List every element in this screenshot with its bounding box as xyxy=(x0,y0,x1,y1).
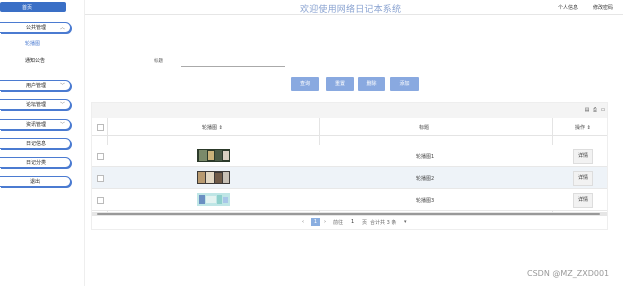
row-title: 轮播图1 xyxy=(416,154,435,160)
row-title: 轮播图2 xyxy=(416,176,435,182)
reset-button[interactable]: 重置 xyxy=(326,77,354,91)
data-table: ▤ ⎙ ▭ 轮播图 ⇕ 标题 操作 ⇕ 轮播图1 详情 轮播图2 详情 轮播图3… xyxy=(91,102,608,230)
sidebar-subitem-notice[interactable]: 通知公告 xyxy=(25,57,45,64)
detail-button[interactable]: 详情 xyxy=(573,193,593,208)
total-count: 合计共 3 条 xyxy=(370,220,397,226)
detail-button[interactable]: 详情 xyxy=(573,171,593,186)
sidebar-item-label: 资讯管理 xyxy=(26,122,47,128)
search-label: 标题 xyxy=(154,59,163,64)
page-size-dropdown-icon[interactable]: ▾ xyxy=(404,219,407,225)
sidebar-item-diary-category[interactable]: 日记分类 xyxy=(0,157,71,168)
sidebar: 首页 公共管理 ︿ 轮播图 通知公告 用户管理 ﹀ 论坛管理 ﹀ 资讯管理 ﹀ … xyxy=(0,0,85,286)
table-toolbar: ▤ ⎙ ▭ xyxy=(92,103,607,119)
sidebar-item-user-management[interactable]: 用户管理 ﹀ xyxy=(0,80,71,91)
table-header-row: 轮播图 ⇕ 标题 操作 ⇕ xyxy=(92,118,607,136)
title-search-input[interactable] xyxy=(181,57,285,67)
sidebar-item-label: 论坛管理 xyxy=(26,102,47,108)
print-icon[interactable]: ⎙ xyxy=(592,108,598,113)
goto-page-input[interactable]: 1 xyxy=(351,219,354,225)
row-title: 轮播图3 xyxy=(416,198,435,204)
table-row: 轮播图1 详情 xyxy=(92,145,607,167)
sidebar-item-label: 日记分类 xyxy=(26,160,47,166)
chevron-up-icon: ︿ xyxy=(59,25,65,31)
row-checkbox[interactable] xyxy=(97,175,104,182)
carousel-thumbnail xyxy=(197,149,230,162)
app-title: 欢迎使用网络日记本系统 xyxy=(300,5,402,15)
sidebar-item-logout[interactable]: 退出 xyxy=(0,176,71,187)
sidebar-item-label: 公共管理 xyxy=(26,25,47,31)
scrollbar-thumb[interactable] xyxy=(97,213,600,215)
chevron-down-icon: ﹀ xyxy=(59,102,65,108)
query-button[interactable]: 查询 xyxy=(291,77,319,91)
table-row: 轮播图2 详情 xyxy=(92,167,607,189)
carousel-thumbnail xyxy=(197,171,230,184)
top-bar: 欢迎使用网络日记本系统 个人信息 修改密码 xyxy=(0,0,623,15)
select-all-checkbox[interactable] xyxy=(97,124,104,131)
columns-icon[interactable]: ▤ xyxy=(584,108,590,113)
sidebar-item-diary-info[interactable]: 日记信息 xyxy=(0,138,71,149)
change-password-link[interactable]: 修改密码 xyxy=(593,4,613,11)
prev-page-button[interactable]: ‹ xyxy=(302,219,304,225)
detail-button[interactable]: 详情 xyxy=(573,149,593,164)
next-page-button[interactable]: › xyxy=(324,219,326,225)
column-header-actions: 操作 ⇕ xyxy=(575,125,591,131)
add-button[interactable]: 添加 xyxy=(390,77,419,91)
home-label: 首页 xyxy=(22,5,33,11)
current-page-button[interactable]: 1 xyxy=(311,218,320,226)
delete-button[interactable]: 删除 xyxy=(358,77,385,91)
table-row: 轮播图3 详情 xyxy=(92,189,607,211)
sidebar-item-news-management[interactable]: 资讯管理 ﹀ xyxy=(0,119,71,130)
chevron-down-icon: ﹀ xyxy=(59,122,65,128)
sidebar-item-public-management[interactable]: 公共管理 ︿ xyxy=(0,22,71,33)
column-header-title: 标题 xyxy=(419,125,430,131)
chevron-down-icon: ﹀ xyxy=(59,83,65,89)
sidebar-item-forum-management[interactable]: 论坛管理 ﹀ xyxy=(0,99,71,110)
sidebar-item-home[interactable]: 首页 xyxy=(0,2,66,12)
row-checkbox[interactable] xyxy=(97,153,104,160)
sidebar-item-label: 用户管理 xyxy=(26,83,47,89)
column-header-carousel[interactable]: 轮播图 ⇕ xyxy=(202,124,223,131)
profile-link[interactable]: 个人信息 xyxy=(558,4,578,11)
page-unit-label: 页 xyxy=(362,220,368,226)
carousel-thumbnail xyxy=(197,193,230,206)
watermark: CSDN @MZ_ZXD001 xyxy=(527,269,610,278)
row-checkbox[interactable] xyxy=(97,197,104,204)
sidebar-item-label: 日记信息 xyxy=(26,141,47,147)
goto-label: 前往 xyxy=(333,220,344,226)
sidebar-item-label: 退出 xyxy=(30,179,41,185)
horizontal-scrollbar[interactable] xyxy=(92,212,607,216)
sidebar-subitem-carousel[interactable]: 轮播图 xyxy=(25,40,40,47)
export-icon[interactable]: ▭ xyxy=(600,108,606,113)
